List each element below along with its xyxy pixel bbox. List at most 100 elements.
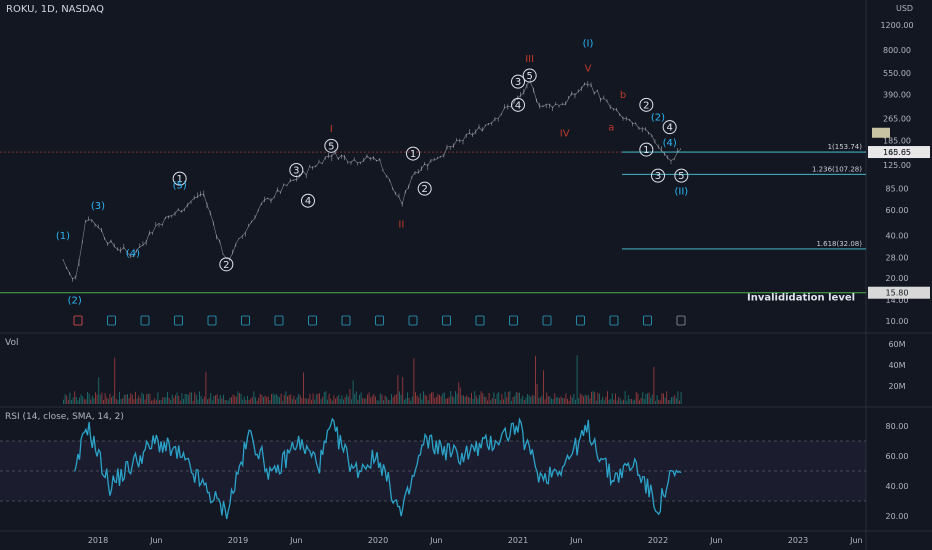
volume-bar xyxy=(339,399,341,404)
volume-bar xyxy=(75,396,77,404)
volume-bar xyxy=(103,399,104,404)
volume-bar xyxy=(162,397,164,404)
volume-bar xyxy=(186,393,188,404)
volume-bar xyxy=(602,396,604,404)
volume-bar xyxy=(282,400,284,404)
volume-bar xyxy=(517,392,519,404)
volume-bar xyxy=(360,392,362,404)
volume-bar xyxy=(234,395,236,404)
time-tick-label: Jun xyxy=(849,536,863,545)
volume-bar xyxy=(498,392,500,404)
volume-bar xyxy=(536,384,538,404)
volume-bar xyxy=(384,395,386,404)
volume-bar xyxy=(427,400,429,404)
volume-bar xyxy=(464,396,466,404)
volume-bar xyxy=(474,391,476,404)
volume-bar xyxy=(216,394,218,404)
volume-bar xyxy=(479,394,480,404)
wave-label: (II) xyxy=(674,186,688,197)
volume-bar xyxy=(445,398,447,404)
volume-bar xyxy=(413,358,415,404)
wave-label: II xyxy=(398,220,404,231)
volume-bar xyxy=(549,396,551,404)
volume-bar xyxy=(547,396,549,404)
volume-bar xyxy=(408,397,410,404)
volume-bar xyxy=(159,400,160,404)
volume-bar xyxy=(250,398,252,404)
volume-bar xyxy=(589,398,591,404)
volume-bar xyxy=(453,397,455,404)
volume-bar xyxy=(506,397,508,404)
volume-bar xyxy=(264,395,266,404)
volume-bar xyxy=(440,396,442,404)
price-chart[interactable]: Invalididation level 1(153.74) 1.236(107.2… xyxy=(0,0,932,550)
earnings-marker xyxy=(643,315,652,326)
volume-bar xyxy=(525,397,527,404)
volume-bar xyxy=(130,393,132,404)
volume-bar xyxy=(472,398,474,404)
volume-bar xyxy=(202,399,204,404)
time-tick-label: Jun xyxy=(289,536,303,545)
volume-bar xyxy=(341,395,343,404)
volume-bar xyxy=(354,393,356,404)
volume-bar xyxy=(555,397,557,404)
wave-label: 3 xyxy=(515,77,521,88)
volume-bar xyxy=(416,395,418,404)
earnings-marker xyxy=(274,315,284,326)
volume-bar xyxy=(176,392,178,404)
volume-bar xyxy=(146,393,148,404)
volume-bar xyxy=(546,392,548,404)
volume-bar xyxy=(147,393,149,404)
volume-bar xyxy=(455,391,456,404)
volume-bar xyxy=(501,394,503,404)
volume-bar xyxy=(658,399,660,404)
volume-bar xyxy=(107,398,109,404)
volume-bar xyxy=(680,391,682,404)
volume-bar xyxy=(98,377,100,404)
volume-bar xyxy=(203,396,205,404)
volume-bar xyxy=(195,395,197,404)
volume-bar xyxy=(418,397,420,404)
time-tick-label: Jun xyxy=(149,536,163,545)
volume-bar xyxy=(664,397,666,404)
wave-label: 1 xyxy=(410,149,416,160)
volume-bar xyxy=(626,400,628,404)
volume-bar xyxy=(301,398,303,404)
volume-bar xyxy=(322,396,324,404)
volume-bar xyxy=(136,398,138,404)
volume-bar xyxy=(90,399,92,404)
volume-bar xyxy=(243,396,245,404)
volume-bar xyxy=(507,391,509,404)
volume-bar xyxy=(655,400,656,404)
volume-bar xyxy=(247,395,248,404)
volume-bar xyxy=(563,398,565,404)
volume-bar xyxy=(367,394,368,404)
volume-bar xyxy=(381,394,383,404)
volume-bar xyxy=(298,393,300,404)
volume-bar xyxy=(237,391,239,404)
volume-bar xyxy=(511,400,512,404)
volume-bar xyxy=(672,396,674,404)
volume-bar xyxy=(245,399,247,404)
volume-bar xyxy=(375,396,376,404)
wave-label: (4) xyxy=(663,138,677,149)
volume-bar xyxy=(451,395,453,404)
earnings-marker xyxy=(341,315,351,326)
volume-bar xyxy=(429,393,431,404)
volume-bar xyxy=(231,397,232,404)
volume-bar xyxy=(642,392,644,404)
volume-bar xyxy=(491,398,493,404)
invalidation-annotation: Invalididation level xyxy=(747,293,855,304)
time-tick-label: 2021 xyxy=(508,536,528,545)
volume-bar xyxy=(597,392,599,404)
volume-bar xyxy=(643,398,645,404)
volume-bar xyxy=(191,392,192,404)
volume-bar xyxy=(487,400,488,404)
rsi-tick-label: 60.00 xyxy=(886,452,909,461)
volume-bar xyxy=(608,399,610,404)
volume-bar xyxy=(287,396,288,404)
volume-bar xyxy=(123,394,125,404)
volume-bar xyxy=(277,395,279,404)
volume-bar xyxy=(170,399,172,404)
volume-bar xyxy=(274,394,276,404)
